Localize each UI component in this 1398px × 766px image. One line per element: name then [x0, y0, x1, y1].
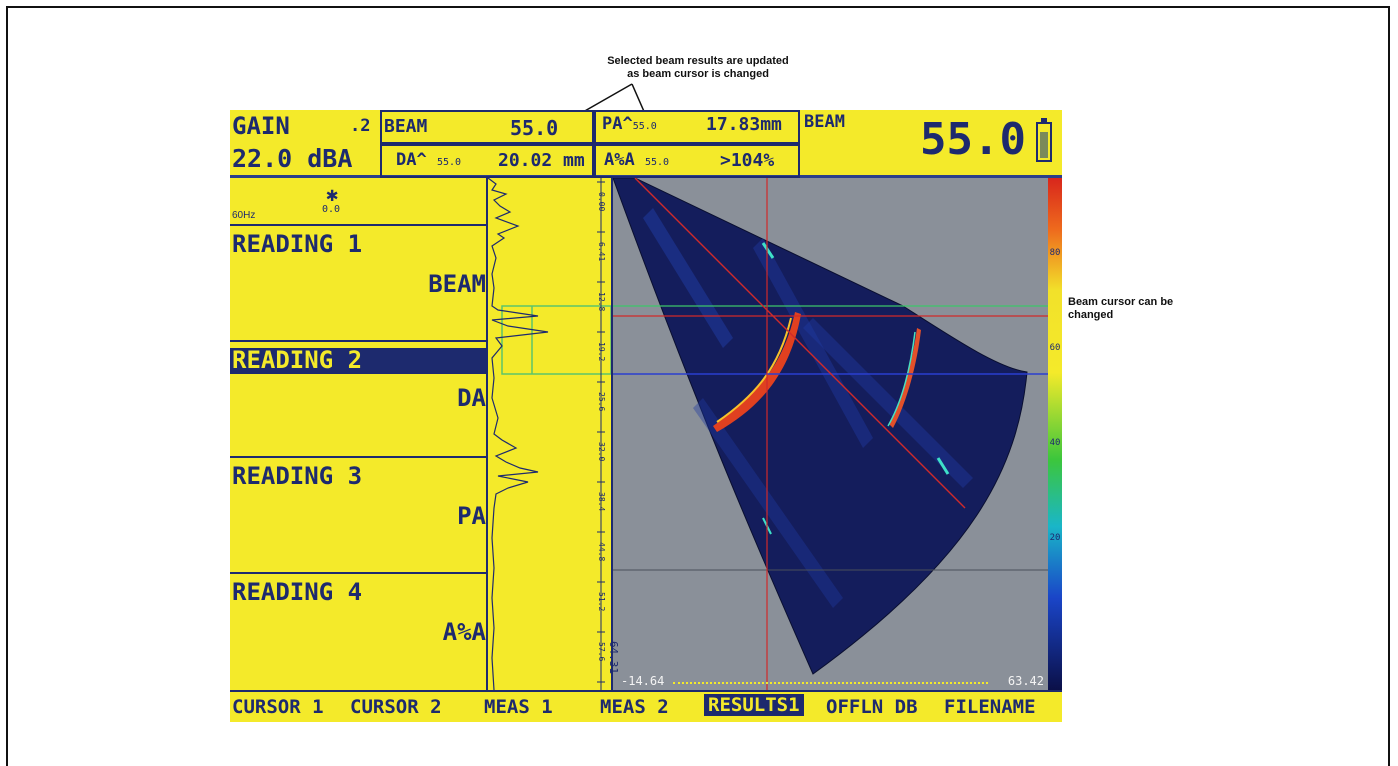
pa-value-text: 17.83 — [706, 114, 761, 135]
right-depth-label: 64.31 — [607, 640, 621, 675]
separator — [230, 340, 486, 342]
pa-label: PA^55.0 — [602, 114, 657, 134]
top-bar: GAIN .2 22.0 dBA BEAM 55.0 DA^ 55.0 20.0… — [230, 110, 1062, 178]
a-scan-panel: 0.00 6.41 12.8 19.2 25.6 32.0 38.4 44.8 51.2 57.6… — [486, 178, 611, 690]
reading-2-value: DA — [457, 384, 486, 412]
sector-scan-svg — [613, 178, 1048, 690]
callout-right-line2: changed — [1068, 309, 1114, 321]
callout-right-line1: Beam cursor can be — [1068, 296, 1174, 308]
depth-tick-label: 38.4 — [597, 492, 606, 511]
pa-label-text: PA^ — [602, 114, 633, 134]
reading-1-value: BEAM — [428, 270, 486, 298]
da-unit: mm — [563, 150, 585, 171]
depth-tick-label: 6.41 — [597, 242, 606, 261]
reading-4-value: A%A — [442, 618, 486, 646]
asterisk-icon: ✱ — [326, 182, 339, 206]
aa-label-text: A%A — [604, 150, 635, 170]
freq-label: 60Hz — [232, 210, 256, 221]
da-value-text: 20.02 — [498, 150, 553, 171]
palette-tick-label: 20 — [1049, 533, 1061, 543]
softkey-cursor-1[interactable]: CURSOR 1 — [232, 696, 324, 718]
big-beam-value: 55.0 — [920, 114, 1026, 165]
depth-tick-label: 25.6 — [597, 392, 606, 411]
softkey-bar: CURSOR 1 CURSOR 2 MEAS 1 MEAS 2 RESULTS1… — [230, 690, 1062, 722]
da-value: 20.02 mm — [498, 150, 585, 171]
softkey-meas-1[interactable]: MEAS 1 — [484, 696, 553, 718]
separator — [230, 456, 486, 458]
softkey-filename[interactable]: FILENAME — [944, 696, 1036, 718]
big-beam-label: BEAM — [804, 112, 845, 132]
reading-3-value: PA — [457, 502, 486, 530]
reading-1-title[interactable]: READING 1 — [232, 230, 362, 258]
depth-tick-label: 44.8 — [597, 542, 606, 561]
aa-value: >104% — [720, 150, 775, 171]
indicator-value: 0.0 — [322, 204, 341, 215]
depth-tick-label: 32.0 — [597, 442, 606, 461]
bottom-axis-right: 63.42 — [1007, 674, 1044, 688]
reading-3-title[interactable]: READING 3 — [232, 462, 362, 490]
da-label-text: DA^ — [396, 150, 427, 170]
separator — [230, 572, 486, 574]
callout-top-line1: Selected beam results are updated — [607, 55, 789, 67]
depth-scale: 0.00 6.41 12.8 19.2 25.6 32.0 38.4 44.8 51.2 57.6… — [597, 178, 606, 690]
softkey-offln-db[interactable]: OFFLN DB — [826, 696, 918, 718]
bottom-axis-left: -14.64 — [621, 674, 665, 688]
callout-top: Selected beam results are updated as bea… — [548, 55, 848, 81]
readings-panel: 60Hz ✱ 0.0 READING 1 BEAM READING 2 DA R… — [230, 178, 486, 690]
depth-tick-label: 12.8 — [597, 292, 606, 311]
softkey-meas-2[interactable]: MEAS 2 — [600, 696, 669, 718]
depth-tick-label: 19.2 — [597, 342, 606, 361]
battery-icon — [1036, 118, 1052, 162]
reading-2-title[interactable]: READING 2 — [232, 346, 362, 374]
pa-unit: mm — [760, 114, 782, 135]
palette-tick-label: 60 — [1049, 343, 1061, 353]
beam-value: 55.0 — [510, 116, 559, 140]
palette-tick-label: 40 — [1049, 438, 1061, 448]
pa-value: 17.83mm — [706, 114, 782, 135]
pa-sub: 55.0 — [632, 121, 657, 132]
flaw-detector-screen: GAIN .2 22.0 dBA BEAM 55.0 DA^ 55.0 20.0… — [230, 110, 1062, 722]
depth-tick-label: 0.00 — [597, 192, 606, 211]
depth-tick-label: 57.6 — [597, 642, 606, 661]
softkey-results1[interactable]: RESULTS1 — [704, 694, 804, 716]
aa-sub: 55.0 — [644, 157, 670, 168]
beam-label: BEAM — [384, 116, 428, 137]
bottom-axis-ruler — [673, 682, 988, 684]
callout-right: Beam cursor can be changed — [1068, 296, 1208, 322]
softkey-cursor-2[interactable]: CURSOR 2 — [350, 696, 442, 718]
gain-step[interactable]: .2 — [350, 116, 370, 136]
aa-label: A%A 55.0 — [604, 150, 669, 170]
gain-label: GAIN — [232, 112, 290, 140]
depth-tick-label: 51.2 — [597, 592, 606, 611]
da-sub: 55.0 — [436, 157, 462, 168]
reading-4-title[interactable]: READING 4 — [232, 578, 362, 606]
da-label: DA^ 55.0 — [396, 150, 461, 170]
callout-top-line2: as beam cursor is changed — [627, 68, 769, 80]
gain-value[interactable]: 22.0 dBA — [232, 144, 352, 173]
separator — [230, 224, 486, 226]
palette-tick-label: 80 — [1049, 248, 1061, 258]
color-palette: 80 60 40 20 — [1048, 178, 1062, 690]
sector-scan-image: -14.64 63.42 64.31 — [607, 178, 1048, 690]
